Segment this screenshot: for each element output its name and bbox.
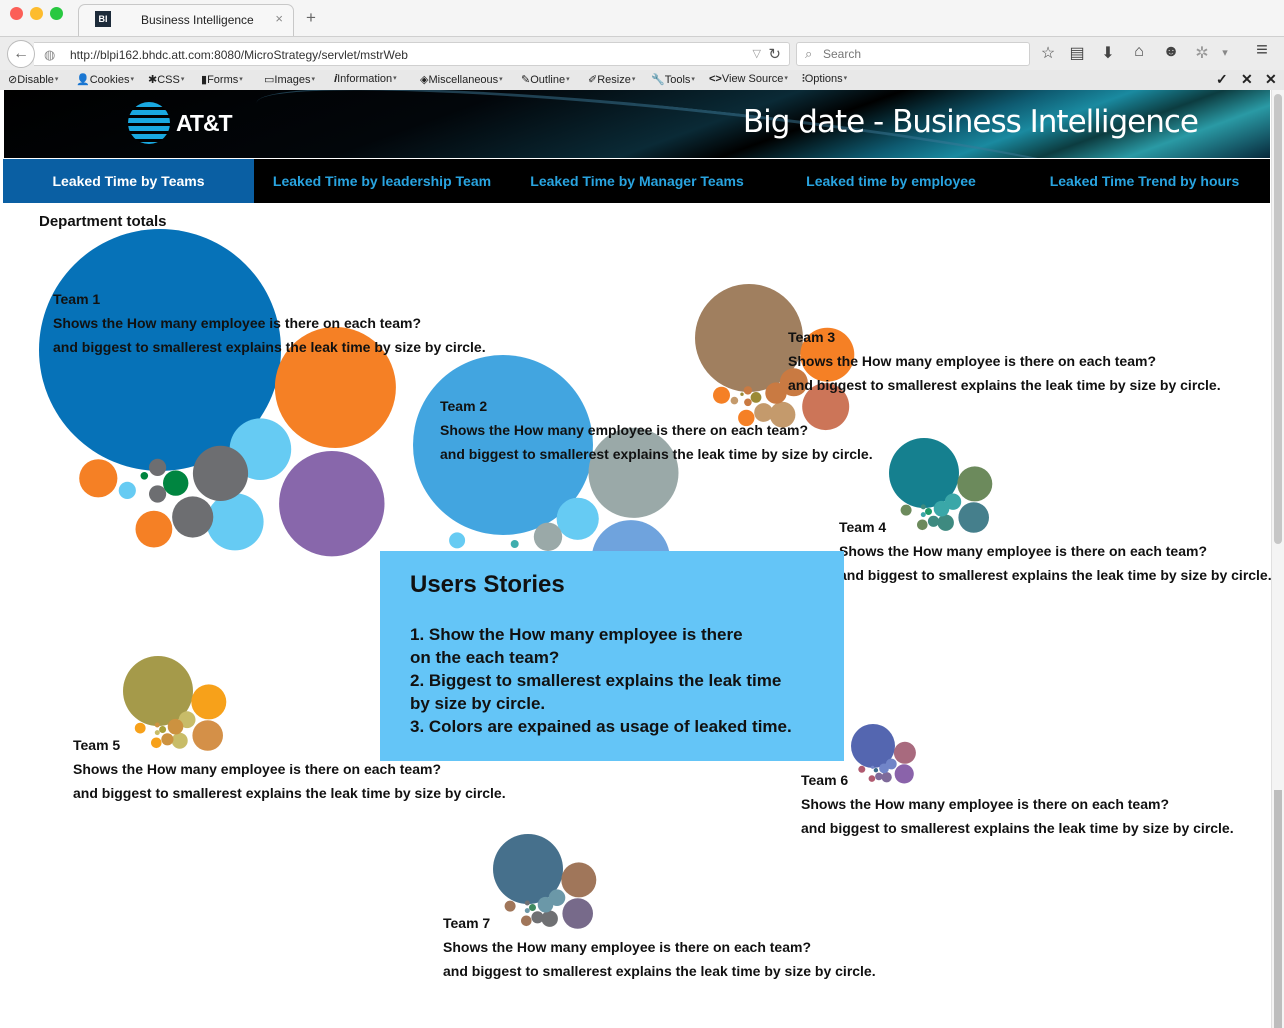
bubble-1-11[interactable] [149,458,167,476]
bubble-5-11[interactable] [154,722,160,728]
bubble-1-9[interactable] [135,510,173,548]
bubble-5-2[interactable] [191,684,227,720]
team-name: Team 2 [440,398,488,414]
team-description: Shows the How many employee is there on … [443,939,811,955]
bubble-4-11[interactable] [920,504,926,510]
user-story-line: on the each team? [410,648,560,667]
team-name: Team 3 [788,329,836,345]
user-stories-title: Users Stories [410,571,565,598]
bubble-7-10[interactable] [529,904,536,911]
team-description: Shows the How many employee is there on … [440,422,808,438]
team-description: Shows the How many employee is there on … [788,353,1156,369]
team-name: Team 6 [801,772,849,788]
bubble-5-8[interactable] [134,722,146,734]
team-description: and biggest to smallerest explains the l… [839,567,1272,583]
team-description: and biggest to smallerest explains the l… [53,339,486,355]
team-description: and biggest to smallerest explains the l… [73,785,506,801]
bubble-7-8[interactable] [504,900,516,912]
user-story-line: by size by circle. [410,694,546,713]
team-3-label: Team 3 Shows the How many employee is th… [788,325,1221,397]
bubble-4-10[interactable] [925,508,932,515]
bubble-1-8[interactable] [79,459,118,498]
user-story-line: 3. Colors are expained as usage of leake… [410,717,792,736]
bubble-1-3[interactable] [279,451,385,557]
team-1-label: Team 1 Shows the How many employee is th… [53,287,486,359]
bubble-1-5[interactable] [206,493,264,551]
user-story-line: 2. Biggest to smallerest explains the le… [410,671,782,690]
bubble-1-14[interactable] [140,472,149,480]
bubble-1-6[interactable] [192,445,249,501]
scrollbar-thumb[interactable] [1274,94,1282,544]
team-2-label: Team 2 Shows the How many employee is th… [440,394,873,466]
bubble-6-2[interactable] [893,741,916,764]
team-description: and biggest to smallerest explains the l… [443,963,876,979]
bubble-5-10[interactable] [159,726,167,733]
user-story-line: 1. Show the How many employee is there [410,625,743,644]
team-name: Team 4 [839,519,887,535]
bubble-7-11[interactable] [524,900,530,906]
page-scrollbar[interactable] [1271,90,1284,1028]
team-description: and biggest to smallerest explains the l… [788,377,1221,393]
team-6-label: Team 6 Shows the How many employee is th… [801,768,1234,840]
bubble-1-13[interactable] [118,481,136,499]
scrollbar-thumb-secondary[interactable] [1274,790,1282,1028]
bubble-2-10[interactable] [510,540,519,548]
bubble-1-10[interactable] [163,470,189,496]
team-description: Shows the How many employee is there on … [53,315,421,331]
team-description: and biggest to smallerest explains the l… [801,820,1234,836]
user-stories-panel: Users Stories 1. Show the How many emplo… [380,551,844,761]
team-description: Shows the How many employee is there on … [801,796,1169,812]
user-stories-list: 1. Show the How many employee is there o… [410,623,792,738]
team-name: Team 1 [53,291,101,307]
bubble-chart [39,229,993,929]
bubble-4-8[interactable] [900,504,912,516]
bubble-1-12[interactable] [149,485,167,503]
team-description: Shows the How many employee is there on … [839,543,1207,559]
team-7-label: Team 7 Shows the How many employee is th… [443,911,876,983]
team-description: and biggest to smallerest explains the l… [440,446,873,462]
bubble-2-8[interactable] [449,532,466,549]
bubble-7-2[interactable] [561,862,597,898]
bubble-1-7[interactable] [172,496,214,538]
bubble-4-2[interactable] [957,466,993,502]
team-name: Team 7 [443,915,491,931]
team-4-label: Team 4 Shows the How many employee is th… [839,515,1272,587]
bubble-2-4[interactable] [556,497,599,540]
bubble-2-6[interactable] [533,522,563,551]
